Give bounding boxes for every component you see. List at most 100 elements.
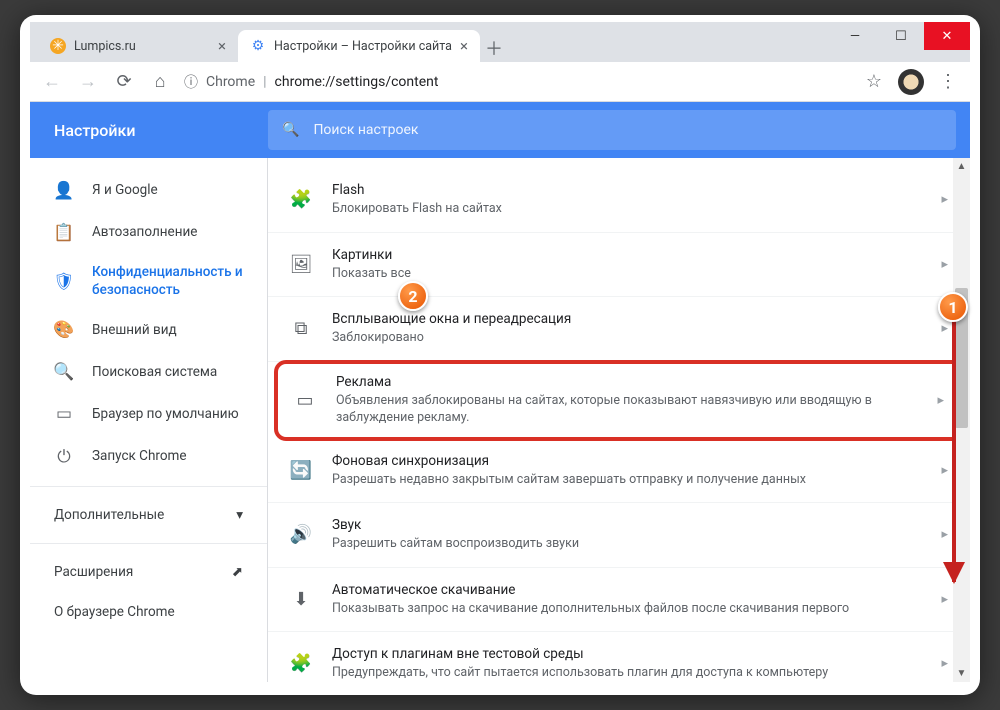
setting-popups[interactable]: ⧉ Всплывающие окна и переадресация Забло… xyxy=(268,297,970,362)
setting-subtitle: Разрешить сайтам воспроизводить звуки xyxy=(332,535,921,553)
sidebar: 👤 Я и Google 📋 Автозаполнение 🛡 Конфиден… xyxy=(30,102,268,682)
sidebar-item-label: Поисковая система xyxy=(92,364,217,382)
setting-flash[interactable]: 🧩 Flash Блокировать Flash на сайтах ▸ xyxy=(268,168,970,233)
setting-ads[interactable]: ▭ Реклама Объявления заблокированы на са… xyxy=(274,360,964,441)
new-tab-button[interactable]: ＋ xyxy=(480,34,508,62)
annotation-arrow xyxy=(952,302,956,582)
chevron-right-icon: ▸ xyxy=(941,592,948,607)
setting-subtitle: Объявления заблокированы на сайтах, кото… xyxy=(336,392,917,427)
setting-subtitle: Заблокировано xyxy=(332,329,921,347)
sidebar-item-you-and-google[interactable]: 👤 Я и Google xyxy=(30,170,267,212)
sidebar-advanced-toggle[interactable]: Дополнительные ▾ xyxy=(30,495,267,535)
setting-title: Реклама xyxy=(336,374,917,390)
profile-avatar[interactable] xyxy=(898,69,924,95)
chevron-right-icon: ▸ xyxy=(937,393,944,408)
shield-icon: 🛡 xyxy=(54,271,74,293)
puzzle-icon: 🧩 xyxy=(290,189,312,210)
power-icon: ⏻ xyxy=(54,446,74,468)
sidebar-item-autofill[interactable]: 📋 Автозаполнение xyxy=(30,212,267,254)
back-button[interactable]: ← xyxy=(40,70,64,94)
chevron-right-icon: ▸ xyxy=(941,257,948,272)
minimize-button[interactable]: — xyxy=(832,22,878,50)
clipboard-icon: 📋 xyxy=(54,222,74,244)
chevron-right-icon: ▸ xyxy=(941,321,948,336)
setting-title: Flash xyxy=(332,182,921,198)
person-icon: 👤 xyxy=(54,180,74,202)
info-icon: ⓘ xyxy=(184,72,198,92)
scroll-up-icon[interactable]: ▲ xyxy=(953,158,970,175)
tab-title: Lumpics.ru xyxy=(74,39,136,54)
maximize-button[interactable]: ☐ xyxy=(878,22,924,50)
scroll-down-icon[interactable]: ▼ xyxy=(953,665,970,682)
ad-icon: ▭ xyxy=(294,390,316,411)
link-label: Расширения xyxy=(54,564,133,580)
toolbar: ← → ⟳ ⌂ ⓘ Chrome | chrome://settings/con… xyxy=(30,62,970,102)
search-icon: 🔍 xyxy=(282,122,299,138)
sidebar-item-label: Внешний вид xyxy=(92,322,177,340)
chevron-right-icon: ▸ xyxy=(941,463,948,478)
setting-title: Всплывающие окна и переадресация xyxy=(332,311,921,327)
setting-title: Картинки xyxy=(332,247,921,263)
setting-title: Фоновая синхронизация xyxy=(332,453,921,469)
sidebar-item-search-engine[interactable]: 🔍 Поисковая система xyxy=(30,351,267,393)
address-bar[interactable]: ⓘ Chrome | chrome://settings/content xyxy=(184,72,850,92)
annotation-marker-1: 1 xyxy=(938,292,968,322)
settings-header: Настройки 🔍 xyxy=(30,102,970,158)
url-path: chrome://settings/content xyxy=(275,74,439,90)
sidebar-item-privacy[interactable]: 🛡 Конфиденциальность и безопасность xyxy=(30,254,267,309)
menu-button[interactable]: ⋮ xyxy=(936,70,960,94)
download-icon: ⬇ xyxy=(290,589,312,610)
forward-button[interactable]: → xyxy=(76,70,100,94)
image-icon: 🖼 xyxy=(290,254,312,275)
setting-subtitle: Показать все xyxy=(332,265,921,283)
setting-unsandboxed-plugins[interactable]: 🧩 Доступ к плагинам вне тестовой среды П… xyxy=(268,632,970,682)
setting-subtitle: Блокировать Flash на сайтах xyxy=(332,200,921,218)
external-link-icon: ⬈ xyxy=(232,564,243,580)
setting-background-sync[interactable]: 🔄 Фоновая синхронизация Разрешать недавн… xyxy=(268,439,970,504)
separator xyxy=(30,543,267,544)
sound-icon: 🔊 xyxy=(290,524,312,545)
tab-strip: ✳ Lumpics.ru × ⚙ Настройки – Настройки с… xyxy=(30,22,970,62)
setting-images[interactable]: 🖼 Картинки Показать все ▸ xyxy=(268,233,970,298)
setting-sound[interactable]: 🔊 Звук Разрешить сайтам воспроизводить з… xyxy=(268,503,970,568)
link-label: О браузере Chrome xyxy=(54,604,175,620)
chevron-down-icon: ▾ xyxy=(236,507,243,523)
chevron-right-icon: ▸ xyxy=(941,527,948,542)
sidebar-item-label: Я и Google xyxy=(92,182,158,200)
bookmark-star-icon[interactable]: ☆ xyxy=(862,70,886,94)
tab-settings[interactable]: ⚙ Настройки – Настройки сайта × xyxy=(238,30,480,62)
sidebar-link-extensions[interactable]: Расширения ⬈ xyxy=(30,552,267,592)
favicon-icon: ✳ xyxy=(50,38,66,54)
url-scheme: Chrome xyxy=(206,74,255,90)
sidebar-item-on-startup[interactable]: ⏻ Запуск Chrome xyxy=(30,436,267,478)
sidebar-item-default-browser[interactable]: ▭ Браузер по умолчанию xyxy=(30,393,267,435)
sidebar-item-appearance[interactable]: 🎨 Внешний вид xyxy=(30,309,267,351)
sidebar-link-about[interactable]: О браузере Chrome xyxy=(30,592,267,632)
palette-icon: 🎨 xyxy=(54,319,74,341)
chevron-right-icon: ▸ xyxy=(941,192,948,207)
setting-subtitle: Предупреждать, что сайт пытается использ… xyxy=(332,664,921,682)
browser-icon: ▭ xyxy=(54,403,74,425)
gear-icon: ⚙ xyxy=(250,38,266,54)
tab-lumpics[interactable]: ✳ Lumpics.ru × xyxy=(38,30,238,62)
page-title: Настройки xyxy=(30,121,268,140)
close-tab-icon[interactable]: × xyxy=(460,37,468,55)
settings-search[interactable]: 🔍 xyxy=(268,110,956,150)
sidebar-item-label: Запуск Chrome xyxy=(92,448,187,466)
sidebar-item-label: Конфиденциальность и безопасность xyxy=(92,264,243,299)
annotation-marker-2: 2 xyxy=(398,281,428,311)
sync-icon: 🔄 xyxy=(290,460,312,481)
advanced-label: Дополнительные xyxy=(54,507,164,523)
search-input[interactable] xyxy=(313,122,942,138)
setting-title: Доступ к плагинам вне тестовой среды xyxy=(332,646,921,662)
setting-title: Автоматическое скачивание xyxy=(332,582,921,598)
reload-button[interactable]: ⟳ xyxy=(112,70,136,94)
close-window-button[interactable]: ✕ xyxy=(924,22,970,50)
close-tab-icon[interactable]: × xyxy=(218,37,226,55)
tab-title: Настройки – Настройки сайта xyxy=(274,39,452,54)
home-button[interactable]: ⌂ xyxy=(148,70,172,94)
plugin-icon: 🧩 xyxy=(290,653,312,674)
setting-auto-download[interactable]: ⬇ Автоматическое скачивание Показывать з… xyxy=(268,568,970,633)
sidebar-item-label: Автозаполнение xyxy=(92,224,197,242)
separator xyxy=(30,486,267,487)
